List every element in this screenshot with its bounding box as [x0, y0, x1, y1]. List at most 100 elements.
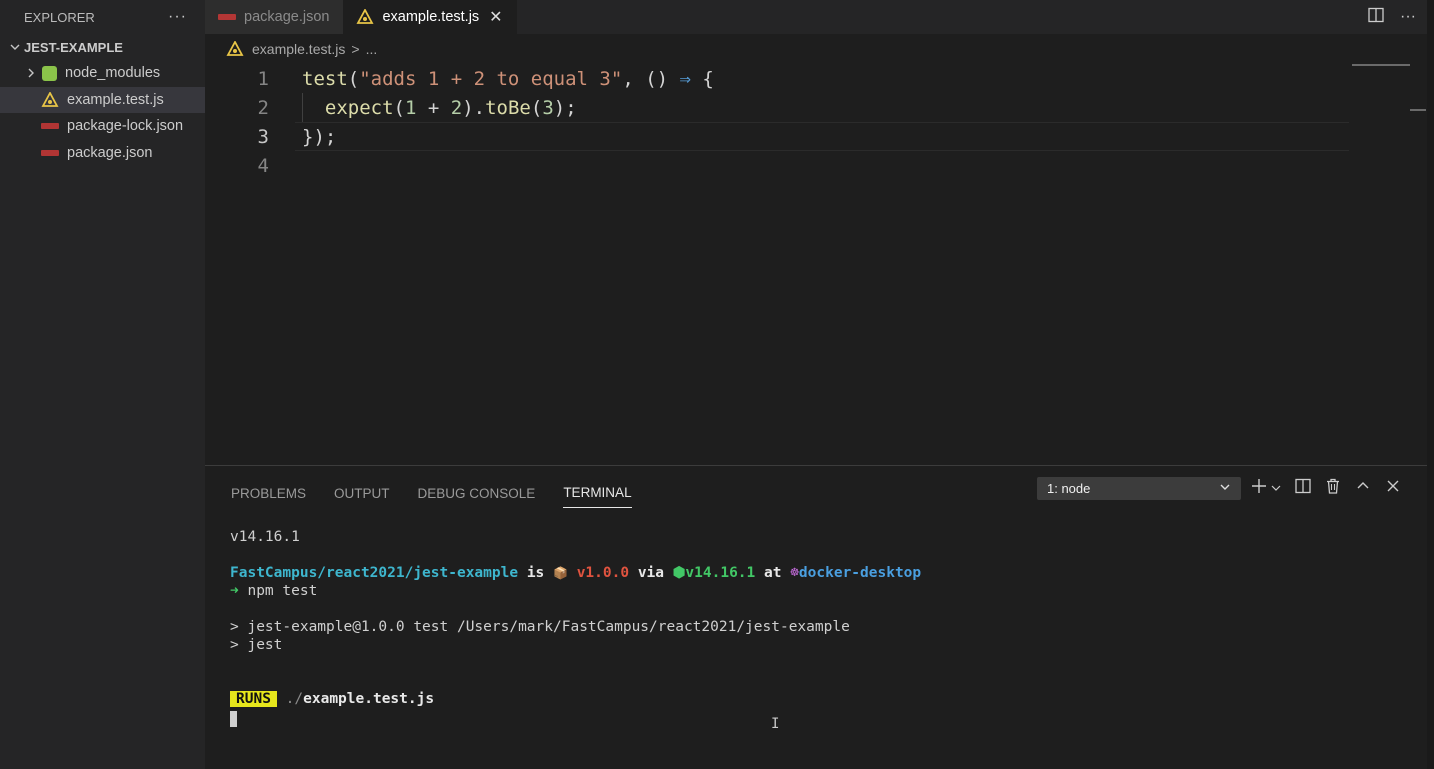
- line-number: 3: [257, 125, 269, 148]
- jest-icon: [40, 91, 60, 108]
- code-token: (: [530, 96, 543, 119]
- chevron-down-icon: [6, 41, 24, 53]
- split-editor-icon[interactable]: [1368, 7, 1384, 28]
- code-token: +: [416, 96, 451, 119]
- code-token: 3: [542, 96, 554, 119]
- terminal-command-line: ➜ npm test: [230, 582, 317, 600]
- docker-icon: ☸: [790, 565, 799, 581]
- terminal-line: v14.16.1: [230, 529, 300, 545]
- tab-debug-console[interactable]: DEBUG CONSOLE: [418, 478, 536, 508]
- breadcrumb-separator: >: [351, 41, 360, 57]
- code-token: });: [302, 125, 337, 148]
- tree-item-package-lock-json[interactable]: package-lock.json: [0, 113, 205, 140]
- explorer-header: EXPLORER ···: [0, 0, 205, 34]
- chevron-right-icon: [22, 67, 40, 79]
- more-actions-icon[interactable]: ···: [168, 8, 187, 26]
- overview-ruler-mark: [1410, 109, 1426, 111]
- terminal-command: npm test: [247, 583, 318, 599]
- code-token: (: [393, 96, 405, 119]
- prompt-arrow-icon: ➜: [230, 583, 239, 599]
- code-token: test: [302, 67, 348, 90]
- terminal-line: > jest-example@1.0.0 test /Users/mark/Fa…: [230, 619, 850, 635]
- tab-package-json[interactable]: package.json: [205, 0, 344, 34]
- tab-label: example.test.js: [382, 9, 480, 25]
- package-icon: 📦: [553, 566, 568, 580]
- chevron-down-icon: [1219, 481, 1231, 496]
- runs-file: example.test.js: [303, 691, 435, 707]
- code-editor[interactable]: 1 test("adds 1 + 2 to equal 3", () ⇒ { 2 e…: [205, 64, 1427, 464]
- code-line: 4: [205, 151, 1427, 180]
- prompt-via: via: [629, 565, 673, 581]
- node-icon: ⬢: [672, 565, 686, 581]
- node-version: v14.16.1: [685, 565, 756, 581]
- code-token: toBe: [485, 96, 531, 119]
- breadcrumb: example.test.js > ...: [205, 34, 1434, 64]
- line-number: 2: [257, 96, 269, 119]
- docker-context: docker-desktop: [798, 565, 922, 581]
- maximize-panel-icon[interactable]: [1355, 478, 1371, 499]
- add-terminal-icon[interactable]: [1251, 478, 1267, 499]
- tree-item-label: package-lock.json: [67, 118, 184, 135]
- minimap[interactable]: [1352, 64, 1410, 66]
- tree-item-example-test-js[interactable]: example.test.js: [0, 86, 205, 113]
- prompt-is: is: [518, 565, 554, 581]
- bottom-panel: PROBLEMS OUTPUT DEBUG CONSOLE TERMINAL 1…: [205, 465, 1427, 769]
- package-version: v1.0.0: [576, 565, 630, 581]
- terminal-runs-line: RUNS ./example.test.js: [230, 690, 434, 708]
- split-terminal-icon[interactable]: [1295, 478, 1311, 499]
- tab-example-test-js[interactable]: example.test.js ✕: [343, 0, 517, 34]
- tree-item-package-json[interactable]: package.json: [0, 140, 205, 167]
- tab-label: package.json: [244, 9, 330, 25]
- code-token: , (): [622, 67, 680, 90]
- terminal-select-value: 1: node: [1047, 481, 1091, 496]
- code-token: 2: [450, 96, 463, 119]
- runs-badge: RUNS: [230, 691, 277, 707]
- workspace-folder[interactable]: JEST-EXAMPLE: [0, 34, 205, 60]
- code-line: 2 expect(1 + 2).toBe(3);: [205, 93, 1427, 122]
- code-line: 1 test("adds 1 + 2 to equal 3", () ⇒ {: [205, 64, 1427, 93]
- more-actions-icon[interactable]: ···: [1400, 8, 1416, 26]
- code-line: 3});: [205, 122, 1427, 151]
- line-number: 4: [257, 154, 269, 177]
- code-text: expect(1 + 2).toBe(3);: [302, 97, 577, 119]
- npm-icon: [218, 14, 236, 20]
- tree-item-node-modules[interactable]: node_modules: [0, 60, 205, 87]
- line-number: 1: [257, 67, 269, 90]
- node-modules-folder-icon: [42, 65, 57, 81]
- prompt-at: at: [755, 565, 791, 581]
- code-token: ⇒: [679, 67, 691, 90]
- panel-actions: [1251, 476, 1401, 500]
- code-text: test("adds 1 + 2 to equal 3", () ⇒ {: [302, 68, 714, 90]
- tree-item-label: node_modules: [65, 65, 161, 82]
- runs-dir: ./: [285, 691, 304, 707]
- explorer-sidebar: EXPLORER ··· JEST-EXAMPLE node_modules e…: [0, 0, 205, 769]
- tree-item-label: package.json: [67, 144, 153, 161]
- window-scrollbar[interactable]: [1427, 0, 1434, 769]
- jest-icon: [225, 41, 245, 57]
- explorer-title: EXPLORER: [24, 9, 95, 25]
- terminal-select[interactable]: 1: node: [1037, 477, 1241, 500]
- tab-actions: ···: [1368, 0, 1416, 34]
- chevron-down-icon[interactable]: [1271, 478, 1281, 498]
- code-text: });: [302, 126, 336, 148]
- terminal-prompt-line: FastCampus/react2021/jest-example is 📦 v…: [230, 564, 921, 582]
- workspace-folder-label: JEST-EXAMPLE: [24, 39, 123, 55]
- trash-icon[interactable]: [1325, 478, 1341, 499]
- prompt-path: FastCampus/react2021/jest-example: [230, 565, 519, 581]
- mouse-ibeam-cursor: I: [771, 716, 780, 732]
- editor-tab-bar: package.json example.test.js ✕ ···: [205, 0, 1434, 34]
- breadcrumb-symbol[interactable]: ...: [366, 41, 378, 57]
- breadcrumb-file[interactable]: example.test.js: [252, 41, 345, 57]
- tab-problems[interactable]: PROBLEMS: [231, 478, 306, 508]
- close-panel-icon[interactable]: [1385, 478, 1401, 499]
- close-tab-icon[interactable]: ✕: [489, 7, 502, 27]
- code-token: (: [347, 67, 360, 90]
- code-token: "adds 1 + 2 to equal 3": [359, 67, 623, 90]
- panel-tabs: PROBLEMS OUTPUT DEBUG CONSOLE TERMINAL: [231, 478, 632, 508]
- tab-terminal[interactable]: TERMINAL: [563, 478, 632, 508]
- npm-icon: [41, 149, 59, 156]
- tree-item-label: example.test.js: [67, 91, 164, 108]
- terminal-cursor: [230, 711, 237, 727]
- tab-output[interactable]: OUTPUT: [334, 478, 390, 508]
